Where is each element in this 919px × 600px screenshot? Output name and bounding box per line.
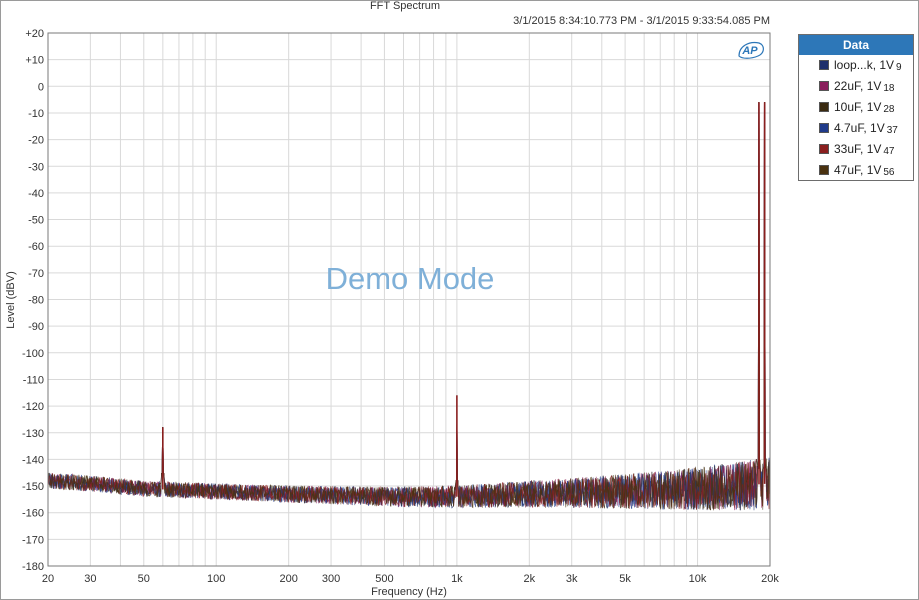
- legend-header: Data: [799, 35, 913, 55]
- x-axis-ticks: 20 30 50 100 200 300 500 1k 2k 3k 5k 10k 20k: [42, 573, 779, 585]
- legend-series-index: 56: [883, 167, 895, 178]
- legend-series-name: 10uF, 1V: [834, 100, 882, 114]
- legend-swatch: [819, 144, 829, 154]
- y-tick-label: -100: [22, 348, 44, 360]
- x-tick-label: 3k: [566, 573, 578, 585]
- x-tick-label: 10k: [689, 573, 707, 585]
- legend-series-name: loop...k, 1V: [834, 58, 895, 72]
- legend-label: loop...k, 1V 9: [834, 55, 902, 78]
- legend: Data loop...k, 1V 9 22uF, 1V 18 10uF, 1V 28 4.…: [798, 34, 914, 181]
- legend-item[interactable]: 4.7uF, 1V 37: [799, 118, 913, 139]
- legend-series-index: 37: [886, 125, 898, 136]
- y-tick-label: -110: [23, 374, 44, 386]
- legend-swatch: [819, 165, 829, 175]
- legend-label: 10uF, 1V 28: [834, 97, 895, 120]
- legend-series-index: 47: [883, 146, 895, 157]
- legend-series-index: 9: [896, 62, 902, 73]
- x-tick-label: 50: [138, 573, 150, 585]
- y-tick-label: -160: [22, 508, 44, 520]
- y-tick-label: -170: [22, 534, 44, 546]
- x-tick-label: 500: [375, 573, 393, 585]
- legend-swatch: [819, 81, 829, 91]
- x-tick-label: 1k: [451, 573, 463, 585]
- y-tick-label: -140: [22, 454, 44, 466]
- y-tick-label: -80: [28, 295, 44, 307]
- legend-item[interactable]: 47uF, 1V 56: [799, 160, 913, 181]
- legend-series-name: 33uF, 1V: [834, 142, 882, 156]
- x-tick-label: 20: [42, 573, 54, 585]
- y-tick-label: -120: [22, 401, 44, 413]
- y-tick-label: +10: [25, 55, 44, 67]
- x-tick-label: 30: [84, 573, 96, 585]
- legend-item[interactable]: 10uF, 1V 28: [799, 97, 913, 118]
- y-tick-label: -180: [22, 561, 44, 573]
- x-tick-label: 20k: [761, 573, 779, 585]
- legend-item[interactable]: 33uF, 1V 47: [799, 139, 913, 160]
- legend-swatch: [819, 123, 829, 133]
- y-tick-label: -40: [28, 188, 44, 200]
- legend-series-name: 4.7uF, 1V: [834, 121, 885, 135]
- legend-label: 47uF, 1V 56: [834, 160, 895, 183]
- y-tick-label: -20: [28, 135, 44, 147]
- y-tick-label: -90: [28, 321, 44, 333]
- y-tick-label: -10: [28, 108, 44, 120]
- y-tick-label: -60: [28, 241, 44, 253]
- y-axis-label: Level (dBV): [5, 271, 17, 328]
- legend-series-name: 22uF, 1V: [834, 79, 882, 93]
- y-tick-label: -130: [22, 428, 44, 440]
- ap-logo-text: AP: [741, 45, 758, 57]
- x-tick-label: 300: [322, 573, 340, 585]
- y-tick-label: -30: [28, 161, 44, 173]
- x-tick-label: 5k: [619, 573, 631, 585]
- y-tick-label: -70: [28, 268, 44, 280]
- legend-label: 33uF, 1V 47: [834, 139, 895, 162]
- demo-mode-watermark: Demo Mode: [326, 261, 495, 296]
- y-axis-ticks: +20 +10 0 -10 -20 -30 -40 -50 -60 -70 -80 -90 -100 -1…: [22, 28, 44, 573]
- legend-label: 4.7uF, 1V 37: [834, 118, 898, 141]
- x-tick-label: 100: [207, 573, 225, 585]
- legend-item[interactable]: loop...k, 1V 9: [799, 55, 913, 76]
- legend-label: 22uF, 1V 18: [834, 76, 895, 99]
- y-tick-label: -50: [28, 215, 44, 227]
- legend-series-name: 47uF, 1V: [834, 163, 882, 177]
- y-tick-label: +20: [25, 28, 44, 40]
- fft-chart: Demo Mode +20 +10 0 -10 -20 -30 -40 -50 -60 -70 -8…: [5, 28, 779, 598]
- x-tick-label: 2k: [524, 573, 536, 585]
- legend-swatch: [819, 102, 829, 112]
- y-tick-label: -150: [22, 481, 44, 493]
- legend-series-index: 28: [883, 104, 895, 115]
- x-axis-label: Frequency (Hz): [371, 586, 447, 598]
- legend-swatch: [819, 60, 829, 70]
- legend-items: loop...k, 1V 9 22uF, 1V 18 10uF, 1V 28 4.7uF, …: [799, 55, 913, 181]
- x-tick-label: 200: [279, 573, 297, 585]
- legend-series-index: 18: [883, 83, 895, 94]
- y-tick-label: 0: [38, 81, 44, 93]
- legend-item[interactable]: 22uF, 1V 18: [799, 76, 913, 97]
